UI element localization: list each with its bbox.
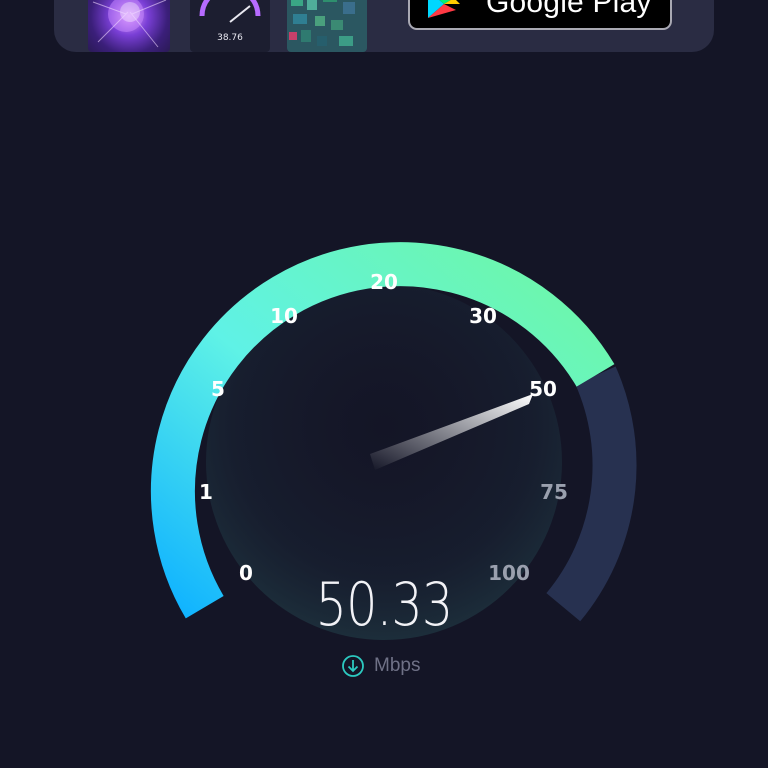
scale-label-5: 5 <box>211 377 225 401</box>
speed-value: 50.33 <box>315 570 454 640</box>
scale-label-30: 30 <box>469 304 497 328</box>
unit-row: Mbps <box>341 654 420 678</box>
scale-label-20: 20 <box>370 270 398 294</box>
scale-label-1: 1 <box>199 480 213 504</box>
scale-label-75: 75 <box>540 480 568 504</box>
scale-label-50: 50 <box>529 377 557 401</box>
download-arrow-icon <box>342 655 364 677</box>
unit-label: Mbps <box>374 655 421 676</box>
scale-label-10: 10 <box>270 304 298 328</box>
speed-gauge: 0 1 5 10 20 30 50 75 100 <box>150 242 637 640</box>
